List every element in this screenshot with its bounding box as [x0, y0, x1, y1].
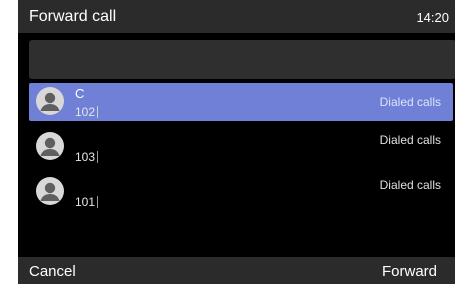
page-title: Forward call [29, 8, 117, 25]
contact-number-line: 102 [75, 105, 99, 119]
contact-row-102[interactable]: C 102 Dialed calls [29, 83, 453, 121]
call-type: Dialed calls [379, 178, 441, 192]
contact-name: C [75, 86, 85, 101]
person-avatar-icon [36, 177, 64, 205]
search-input[interactable] [29, 40, 455, 79]
person-avatar-icon [36, 87, 64, 115]
clock: 14:20 [416, 10, 449, 25]
title-bar: Forward call 14:20 [18, 0, 455, 33]
contact-number-line: 101 [75, 195, 99, 209]
contact-number: 102 [75, 105, 96, 119]
contact-row-103[interactable]: 103 Dialed calls [29, 128, 453, 166]
call-type: Dialed calls [379, 133, 441, 147]
cancel-button[interactable]: Cancel [29, 263, 76, 280]
divider [97, 106, 99, 118]
screen: Forward call 14:20 C 102 Dialed calls 10… [0, 0, 473, 284]
divider [97, 151, 99, 163]
contact-number: 101 [75, 195, 96, 209]
contact-list: C 102 Dialed calls 103 Dialed calls 101 … [29, 83, 453, 218]
contact-number-line: 103 [75, 150, 99, 164]
softkey-bar: Cancel Forward [18, 257, 455, 284]
phone-display: Forward call 14:20 C 102 Dialed calls 10… [18, 0, 455, 284]
contact-row-101[interactable]: 101 Dialed calls [29, 173, 453, 211]
divider [97, 196, 99, 208]
person-avatar-icon [36, 132, 64, 160]
forward-button[interactable]: Forward [382, 263, 437, 280]
call-type: Dialed calls [379, 95, 441, 109]
contact-number: 103 [75, 150, 96, 164]
